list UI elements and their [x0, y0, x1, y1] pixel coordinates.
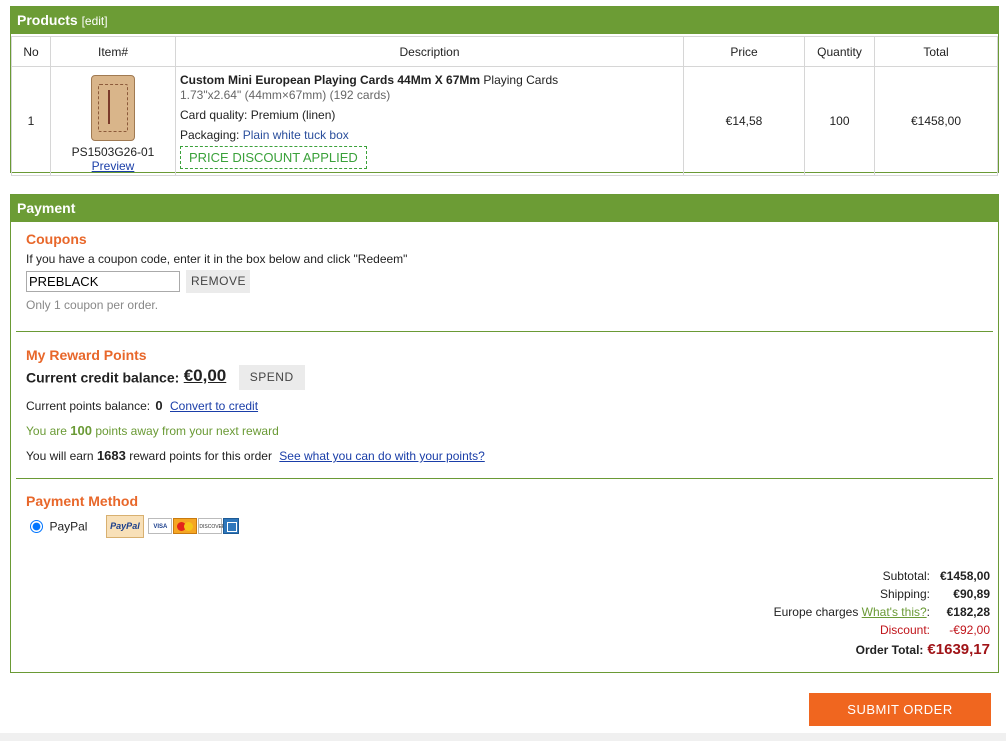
divider — [16, 478, 993, 479]
item-sku: PS1503G26-01 — [71, 145, 155, 159]
products-header: Products [edit] — [11, 7, 998, 34]
payment-method-title: Payment Method — [26, 493, 139, 509]
order-totals: Subtotal: €1458,00 Shipping: €90,89 Europe… — [774, 567, 990, 659]
table-row: 1 PS1503G26-01 Preview Custom Mini Europ… — [11, 66, 998, 176]
coupon-input[interactable] — [26, 271, 180, 292]
card-thumbnail[interactable] — [91, 75, 135, 141]
paypal-label[interactable]: PayPal — [49, 520, 87, 534]
row-quantity: 100 — [804, 66, 875, 176]
col-quantity: Quantity — [804, 36, 875, 67]
order-total-row: Order Total: €1639,17 — [855, 641, 990, 658]
col-total: Total — [874, 36, 998, 67]
packaging: Packaging: Plain white tuck box — [180, 128, 349, 142]
europe-charges-value: €182,28 — [946, 605, 990, 619]
coupons-instructions: If you have a coupon code, enter it in t… — [26, 252, 408, 266]
spend-button[interactable]: SPEND — [238, 365, 305, 390]
points-balance-value: 0 — [155, 398, 163, 413]
divider — [16, 331, 993, 332]
points-away-text: You are 100 points away from your next r… — [26, 423, 279, 438]
credit-balance-value: €0,00 — [183, 365, 227, 385]
discover-icon: DISCOVER — [198, 518, 226, 535]
submit-order-button[interactable]: SUBMIT ORDER — [809, 693, 991, 726]
whats-this-link[interactable]: What's this? — [862, 605, 927, 619]
product-dimensions: 1.73"x2.64" (44mm×67mm) (192 cards) — [180, 88, 391, 102]
col-item: Item# — [50, 36, 176, 67]
row-no: 1 — [11, 66, 51, 176]
points-balance-label: Current points balance: — [26, 399, 151, 413]
paypal-logo: PayPal — [105, 515, 144, 538]
row-total: €1458,00 — [874, 66, 998, 176]
visa-icon: VISA — [148, 518, 173, 535]
mastercard-icon — [173, 518, 198, 535]
order-total-value: €1639,17 — [927, 641, 990, 658]
col-description: Description — [175, 36, 684, 67]
price-discount-badge: PRICE DISCOUNT APPLIED — [180, 146, 367, 169]
discount-value: -€92,00 — [949, 623, 990, 637]
coupons-title: Coupons — [26, 231, 87, 247]
subtotal-row: Subtotal: €1458,00 — [882, 569, 991, 583]
page-footer-strip — [0, 733, 1006, 741]
products-title: Products — [17, 12, 78, 28]
edit-products-link[interactable]: [edit] — [82, 14, 108, 28]
shipping-value: €90,89 — [953, 587, 990, 601]
reward-points-title: My Reward Points — [26, 347, 147, 363]
earn-points-text: You will earn 1683 reward points for thi… — [26, 448, 485, 463]
col-price: Price — [683, 36, 805, 67]
card-logos: VISA DISCOVER — [148, 518, 240, 535]
preview-link[interactable]: Preview — [92, 159, 135, 173]
discount-row: Discount: -€92,00 — [879, 623, 990, 637]
card-quality: Card quality: Premium (linen) — [180, 108, 336, 122]
coupon-note: Only 1 coupon per order. — [26, 298, 159, 312]
payment-header: Payment — [11, 195, 998, 222]
amex-icon — [223, 518, 240, 535]
europe-charges-row: Europe charges What's this?: €182,28 — [773, 605, 990, 619]
products-panel: Products [edit] No Item# Description Pri… — [10, 6, 999, 176]
subtotal-value: €1458,00 — [940, 569, 991, 583]
payment-method-section: Payment Method PayPal PayPal VISA DISCOVE… — [26, 493, 526, 539]
see-points-link[interactable]: See what you can do with your points? — [279, 449, 484, 463]
payment-panel: Payment Coupons If you have a coupon cod… — [10, 194, 999, 673]
credit-balance-label: Current credit balance: — [26, 369, 180, 386]
product-title: Custom Mini European Playing Cards 44Mm … — [180, 73, 559, 87]
paypal-radio[interactable] — [30, 520, 43, 533]
row-price: €14,58 — [683, 66, 805, 176]
remove-coupon-button[interactable]: REMOVE — [186, 270, 251, 293]
col-no: No — [11, 36, 51, 67]
convert-to-credit-link[interactable]: Convert to credit — [170, 399, 258, 413]
coupons-section: Coupons If you have a coupon code, enter… — [26, 231, 926, 312]
shipping-row: Shipping: €90,89 — [879, 587, 990, 601]
products-table-header: No Item# Description Price Quantity Tota… — [11, 36, 998, 67]
products-table: No Item# Description Price Quantity Tota… — [11, 36, 998, 176]
reward-points-section: My Reward Points Current credit balance:… — [26, 347, 926, 463]
row-description: Custom Mini European Playing Cards 44Mm … — [175, 66, 684, 176]
row-item: PS1503G26-01 Preview — [50, 66, 176, 176]
